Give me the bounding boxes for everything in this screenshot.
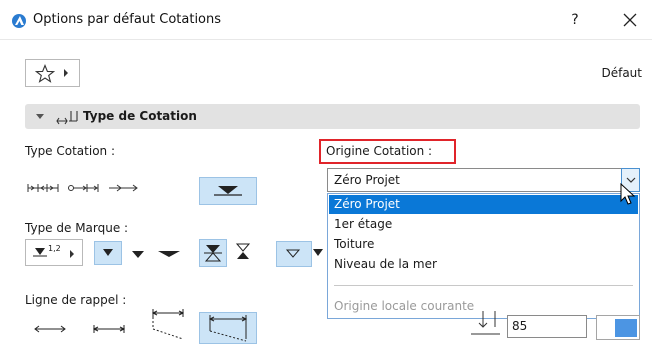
extension-line-dashed-icon — [151, 309, 185, 340]
help-button[interactable]: ? — [565, 10, 585, 30]
extension-line-none-icon — [34, 325, 66, 333]
marker-hourglass-button[interactable] — [199, 239, 227, 267]
favorites-button[interactable] — [25, 59, 80, 87]
flat-marker-icon — [158, 251, 180, 257]
hourglass-marker-icon — [204, 245, 222, 262]
collapse-triangle-icon[interactable] — [36, 114, 44, 119]
dimension-type-icon — [56, 111, 78, 125]
outline-hourglass-marker-icon — [235, 243, 251, 259]
extension-short-button[interactable] — [80, 312, 136, 342]
marker-outline-triangle-button[interactable] — [276, 241, 312, 267]
marker-size-value: 1,2 — [48, 244, 61, 253]
dimension-type-label: Type Cotation : — [25, 144, 115, 158]
arrow-dimension-icon — [109, 184, 138, 192]
origin-label: Origine Cotation : — [326, 144, 433, 158]
level-dimension-button[interactable] — [199, 177, 257, 205]
origin-selected-value: Zéro Projet — [334, 173, 400, 187]
marker-type-label: Type de Marque : — [25, 221, 129, 235]
extension-line-label: Ligne de rappel : — [25, 293, 127, 307]
linear-dimension-button[interactable] — [25, 177, 62, 199]
marker-partial-triangle-icon — [313, 249, 323, 256]
marker-triangle-line-button[interactable] — [125, 243, 151, 265]
origin-option-toiture[interactable]: Toiture — [329, 235, 638, 254]
extension-line-short-icon — [92, 325, 126, 333]
arrow-dimension-button[interactable] — [105, 177, 142, 199]
window-title: Options par défaut Cotations — [33, 12, 222, 27]
extension-dashed-button[interactable] — [143, 305, 193, 343]
mouse-cursor-icon — [620, 183, 636, 205]
submenu-arrow-icon — [70, 250, 74, 258]
close-icon — [623, 13, 637, 27]
marker-flat-button[interactable] — [154, 243, 184, 265]
panel-title: Type de Cotation — [83, 109, 197, 123]
filled-triangle-marker-icon — [103, 249, 113, 256]
outline-triangle-marker-icon — [285, 249, 301, 258]
marker-filled-triangle-button[interactable] — [94, 241, 122, 265]
cumulative-dimension-icon — [68, 184, 99, 192]
linear-dimension-icon — [27, 184, 59, 192]
dropdown-separator — [334, 285, 633, 286]
origin-option-niveau-mer[interactable]: Niveau de la mer — [329, 255, 638, 274]
dimension-value-field[interactable]: 85 — [507, 315, 587, 338]
default-settings-label: Défaut — [601, 66, 642, 80]
cumulative-dimension-button[interactable] — [65, 177, 102, 199]
extension-full-button[interactable] — [199, 312, 257, 344]
extension-line-full-icon — [208, 315, 248, 342]
origin-dropdown-list: Zéro Projet 1er étage Toiture Niveau de … — [327, 193, 640, 319]
close-button[interactable] — [618, 8, 642, 32]
submenu-arrow-icon — [64, 69, 68, 77]
origin-combobox[interactable]: Zéro Projet — [327, 168, 640, 192]
level-dimension-icon — [214, 186, 242, 196]
archicad-app-icon — [12, 14, 26, 28]
marker-size-button[interactable]: 1,2 — [25, 239, 83, 266]
marker-outline-hourglass-button[interactable] — [230, 239, 258, 267]
pen-color-swatch[interactable] — [596, 315, 640, 340]
origin-option-1er-etage[interactable]: 1er étage — [329, 215, 638, 234]
origin-option-zero-projet[interactable]: Zéro Projet — [329, 195, 638, 214]
panel-header-dimension-type[interactable]: Type de Cotation — [25, 104, 640, 129]
extension-none-button[interactable] — [25, 312, 73, 342]
star-icon — [35, 64, 55, 83]
text-height-icon — [471, 311, 500, 335]
triangle-marker-icon — [132, 251, 144, 258]
